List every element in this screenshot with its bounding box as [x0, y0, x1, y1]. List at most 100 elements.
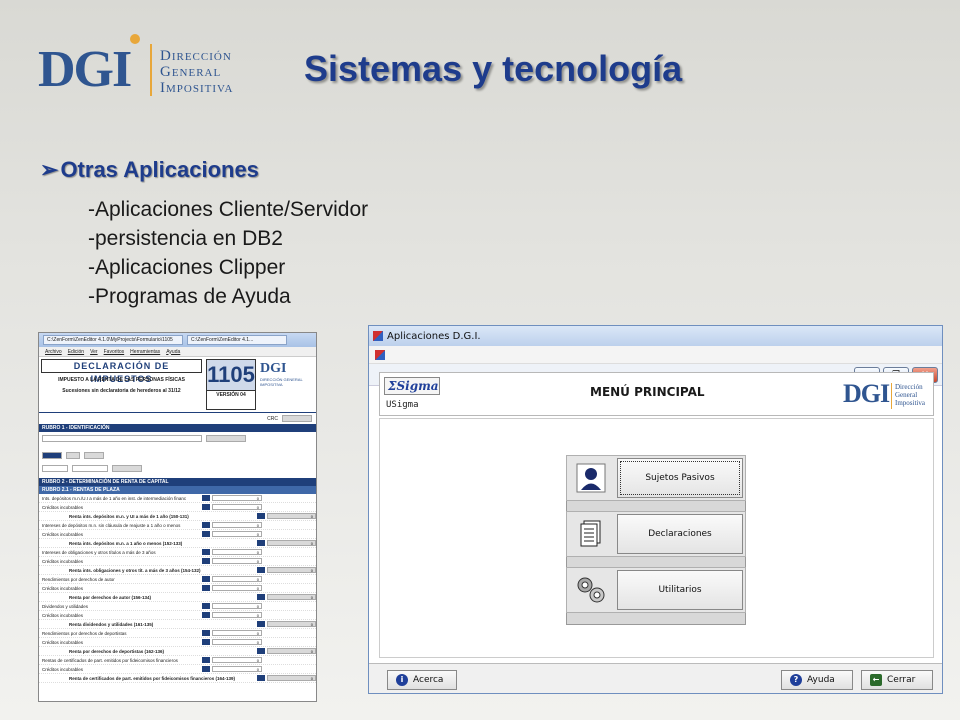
form-row: Rendimientos por derechos de deportistas…	[39, 629, 316, 638]
form-row: Créditos incobrables 0	[39, 530, 316, 539]
list-item: -persistencia en DB2	[88, 227, 283, 250]
logo-dot	[130, 34, 140, 44]
form-row: Créditos incobrables 0	[39, 503, 316, 512]
browser-tab[interactable]: C:\ZenForm\ZenEditor 4.1...	[187, 335, 287, 345]
year-field[interactable]	[84, 451, 104, 459]
form-row-value-field[interactable]: 0	[266, 621, 316, 627]
form-row-value-field[interactable]: 0	[212, 657, 262, 663]
form-number-box: 1105 VERSIÓN 04	[206, 359, 256, 410]
form-row-value-field[interactable]: 0	[212, 576, 262, 582]
form-row-value-field[interactable]: 0	[266, 540, 316, 546]
password-field[interactable]	[72, 464, 108, 472]
form-row-code	[202, 531, 210, 537]
app-icon	[373, 331, 383, 341]
form-row-value-field[interactable]: 0	[266, 675, 316, 681]
form-row: Rentas de certificados de part. emitidos…	[39, 656, 316, 665]
sujetos-pasivos-button[interactable]: Sujetos Pasivos	[617, 458, 743, 498]
form-row-code	[257, 675, 265, 681]
section-heading-text: Otras Aplicaciones	[60, 157, 259, 182]
rubro-2-1-header: RUBRO 2.1 - RENTAS DE PLAZA	[39, 486, 316, 494]
form-tax-name: IMPUESTO A LA RENTA DE LAS PERSONAS FÍSI…	[58, 377, 185, 383]
section-heading: ➢Otras Aplicaciones	[40, 157, 259, 183]
form-row: Créditos incobrables 0	[39, 557, 316, 566]
menu-archivo[interactable]: Archivo	[45, 349, 62, 355]
list-item: -Programas de Ayuda	[88, 285, 291, 308]
logo-line-1: Dirección	[160, 48, 232, 64]
menu-favoritos[interactable]: Favoritos	[104, 349, 125, 355]
form-row-code	[202, 585, 210, 591]
form-row-value-field[interactable]: 0	[212, 612, 262, 618]
form-row-value-field[interactable]: 0	[212, 639, 262, 645]
form-row-label: Rendimientos por derechos de autor	[42, 576, 115, 582]
form-row: Intereses de depósitos m.n. sin cláusula…	[39, 521, 316, 530]
form-row-value-field[interactable]: 0	[212, 504, 262, 510]
app-toolbar	[369, 346, 942, 364]
form-row-label: Renta por derechos de autor (156-134)	[69, 594, 152, 600]
name-row	[42, 434, 313, 442]
app-footer: i Acerca ? Ayuda ← Cerrar	[369, 663, 942, 693]
acerca-button[interactable]: i Acerca	[387, 670, 457, 690]
form-row-code	[202, 612, 210, 618]
app-dgi-subtitle: Dirección General Impositiva	[895, 383, 925, 407]
ayuda-button[interactable]: ? Ayuda	[781, 670, 853, 690]
arrow-bullet-icon: ➢	[40, 157, 59, 182]
form-row-label: Intereses de obligaciones y otros título…	[42, 549, 156, 555]
browser-tabbar: C:\ZenForm\ZenEditor 4.1.0\MyProjects\Fo…	[39, 333, 316, 347]
menu-herramientas[interactable]: Herramientas	[130, 349, 160, 355]
form-logo: DGI DIRECCIÓN GENERAL IMPOSITIVA	[258, 357, 316, 412]
menu-ver[interactable]: Ver	[90, 349, 98, 355]
cerrar-button[interactable]: ← Cerrar	[861, 670, 933, 690]
form-row-value-field[interactable]: 0	[212, 603, 262, 609]
bullet-list: -Aplicaciones Cliente/Servidor -persiste…	[88, 195, 368, 311]
month-field[interactable]	[66, 451, 80, 459]
crc-field-2[interactable]	[112, 464, 142, 472]
form-row-value-field[interactable]: 0	[212, 549, 262, 555]
form-row-code	[202, 558, 210, 564]
envio-select[interactable]	[42, 464, 68, 472]
form-row-value-field[interactable]: 0	[212, 666, 262, 672]
form-row-label: Renta por derechos de deportistas (162-1…	[69, 648, 165, 654]
form-row-label: Dividendos y utilidades	[42, 603, 89, 609]
rubro-1-header: RUBRO 1 - IDENTIFICACIÓN	[39, 424, 316, 432]
logo-subtitle: Dirección General Impositiva	[160, 48, 233, 96]
app-body: Sujetos Pasivos Declaraciones Utilitario…	[379, 418, 934, 658]
form-row-value-field[interactable]: 0	[212, 558, 262, 564]
form-row-value-field[interactable]: 0	[266, 594, 316, 600]
form-row: Renta por derechos de autor (156-134) 0	[39, 593, 316, 602]
app-titlebar: Aplicaciones D.G.I.	[369, 326, 942, 346]
logo-dgi-text: DGI	[38, 41, 132, 98]
form-row-label: Ints. depósitos m.n./U.I a más de 1 año …	[42, 495, 187, 501]
utilitarios-button[interactable]: Utilitarios	[617, 570, 743, 610]
form-row: Créditos incobrables 0	[39, 638, 316, 647]
crc-field[interactable]	[282, 415, 312, 422]
browser-tab[interactable]: C:\ZenForm\ZenEditor 4.1.0\MyProjects\Fo…	[43, 335, 183, 345]
info-icon: i	[396, 674, 408, 686]
form-rows: Ints. depósitos m.n./U.I a más de 1 año …	[39, 494, 316, 683]
form-row-value-field[interactable]: 0	[212, 522, 262, 528]
type-select[interactable]	[42, 451, 62, 459]
name-field[interactable]	[42, 434, 202, 442]
form-row-value-field[interactable]: 0	[212, 495, 262, 501]
envio-row	[42, 464, 313, 472]
menu-row-utilitarios: Utilitarios	[566, 567, 746, 613]
app-dgi-text: DGI	[843, 379, 890, 408]
form-row-value-field[interactable]: 0	[212, 630, 262, 636]
menu-row-declaraciones: Declaraciones	[566, 511, 746, 557]
dgi-logo: DGI Dirección General Impositiva	[38, 32, 258, 102]
form-row-value-field[interactable]: 0	[266, 567, 316, 573]
period-row	[42, 450, 313, 460]
form-row-value-field[interactable]: 0	[266, 648, 316, 654]
form-row-value-field[interactable]: 0	[212, 585, 262, 591]
form-row: Rendimientos por derechos de autor 0	[39, 575, 316, 584]
menu-ayuda[interactable]: Ayuda	[166, 349, 180, 355]
rut-field[interactable]	[206, 434, 246, 442]
form-row-value-field[interactable]: 0	[212, 531, 262, 537]
form-row-label: Rentas de certificados de part. emitidos…	[42, 657, 178, 663]
form-row-value-field[interactable]: 0	[266, 513, 316, 519]
form-row-label: Renta de certificados de part. emitidos …	[69, 675, 236, 681]
menu-edicion[interactable]: Edición	[68, 349, 84, 355]
declaraciones-button[interactable]: Declaraciones	[617, 514, 743, 554]
form-row-label: Renta dividendos y utilidades (161-135)	[69, 621, 154, 627]
form-row-label: Renta ints. obligaciones y otros tít. a …	[69, 567, 201, 573]
form-row-code	[202, 666, 210, 672]
